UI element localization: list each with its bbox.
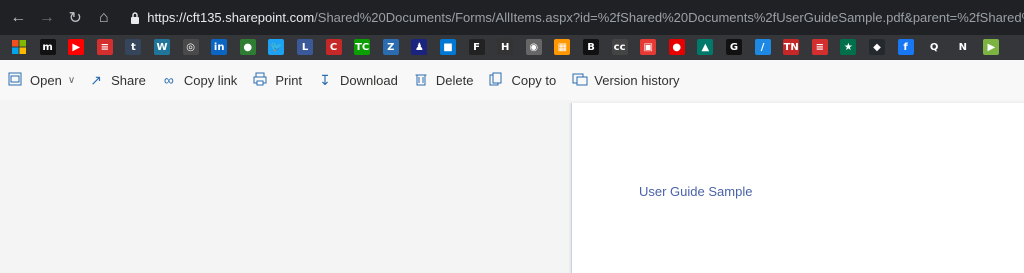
bookmark-icon[interactable]: / <box>754 39 771 55</box>
bookmark-icon[interactable]: B <box>583 39 599 55</box>
bookmark-icon[interactable]: ★ <box>840 39 857 55</box>
bookmark-icon[interactable]: ◉ <box>525 39 542 55</box>
url-path: /Shared%20Documents/Forms/AllItems.aspx?… <box>314 10 1024 25</box>
version-history-label: Version history <box>594 72 680 88</box>
bookmarks-bar: m ▶ ≡ t W ◎ in ● 🐦 L C TC Z ♟ ■ F H ◉ ▦ Bcc ▣ ● ▲ G / TN ≡ ★ ◆ f Q N ▶ <box>0 35 1024 60</box>
bookmark-icon[interactable]: W <box>154 39 170 55</box>
bookmark-icon[interactable] <box>11 39 27 55</box>
document-page[interactable]: User Guide Sample <box>571 103 1024 273</box>
copy-link-button[interactable]: ∞ Copy link <box>162 60 237 100</box>
open-icon <box>8 72 22 89</box>
bookmark-icon[interactable]: ▶ <box>68 39 85 55</box>
bookmark-icon[interactable]: ● <box>668 39 685 55</box>
bookmark-icon[interactable]: ▣ <box>640 39 657 55</box>
bookmark-icon[interactable]: H <box>497 39 514 55</box>
bookmark-icon[interactable]: f <box>897 39 914 55</box>
bookmark-icon[interactable]: ◎ <box>182 39 199 55</box>
bookmark-icon[interactable]: cc <box>611 39 628 55</box>
reload-icon[interactable]: ↻ <box>61 3 89 33</box>
copy-to-label: Copy to <box>511 72 557 88</box>
link-icon: ∞ <box>163 72 174 88</box>
url-field[interactable]: https://cft135.sharepoint.com/Shared%20D… <box>147 10 1024 25</box>
printer-icon <box>253 72 267 89</box>
bookmark-icon[interactable]: TN <box>783 39 800 55</box>
back-arrow-icon[interactable]: ← <box>4 3 32 33</box>
bookmark-icon[interactable]: in <box>211 39 228 55</box>
delete-button[interactable]: Delete <box>414 60 474 100</box>
open-button[interactable]: Open ∨ <box>8 60 75 100</box>
copy-icon <box>489 72 503 89</box>
bookmark-icon[interactable]: 🐦 <box>268 39 285 55</box>
bookmark-icon[interactable]: ≡ <box>96 39 113 55</box>
delete-label: Delete <box>435 72 474 88</box>
copy-to-button[interactable]: Copy to <box>489 60 556 100</box>
bookmark-icon[interactable]: ■ <box>440 39 456 55</box>
home-icon[interactable]: ⌂ <box>89 3 117 33</box>
copy-link-label: Copy link <box>183 72 238 88</box>
trash-icon <box>414 72 428 89</box>
bookmark-icon[interactable]: L <box>297 39 313 55</box>
bookmark-icon[interactable]: G <box>726 39 742 55</box>
open-label: Open <box>30 72 62 88</box>
bookmark-icon[interactable]: F <box>468 39 485 55</box>
bookmark-icon[interactable]: ▶ <box>983 39 1000 55</box>
print-label: Print <box>275 72 303 88</box>
share-button[interactable]: ↗ Share <box>89 60 146 100</box>
download-button[interactable]: ↧ Download <box>318 60 398 100</box>
bookmark-icon[interactable]: ◆ <box>869 39 885 55</box>
bookmark-icon[interactable]: m <box>39 39 56 55</box>
version-history-icon <box>572 72 588 89</box>
bookmark-icon[interactable]: Q <box>926 39 943 55</box>
bookmark-icon[interactable]: TC <box>354 39 371 55</box>
bookmark-icon[interactable]: Z <box>382 39 399 55</box>
chevron-down-icon: ∨ <box>67 74 76 86</box>
bookmark-icon[interactable]: ♟ <box>411 39 428 55</box>
url-host: https://cft135.sharepoint.com <box>147 10 315 25</box>
share-icon: ↗ <box>90 71 102 88</box>
download-label: Download <box>340 72 398 88</box>
lock-icon[interactable] <box>128 3 141 33</box>
print-button[interactable]: Print <box>253 60 302 100</box>
bookmark-icon[interactable]: ● <box>239 39 256 55</box>
document-title: User Guide Sample <box>639 184 753 199</box>
version-history-button[interactable]: Version history <box>572 60 680 100</box>
download-icon: ↧ <box>319 71 331 88</box>
bookmark-icon[interactable]: t <box>125 39 142 55</box>
bookmark-icon[interactable]: ▦ <box>554 39 571 55</box>
bookmark-icon[interactable]: ▲ <box>697 39 714 55</box>
bookmark-icon[interactable]: ≡ <box>811 39 828 55</box>
command-bar: Open ∨ ↗ Share ∞ Copy link Print ↧ Downl… <box>0 60 1024 100</box>
bookmark-icon[interactable]: N <box>954 39 971 55</box>
bookmark-icon[interactable]: C <box>325 39 342 55</box>
forward-arrow-icon[interactable]: → <box>32 3 60 33</box>
share-label: Share <box>111 72 146 88</box>
browser-address-bar: ← → ↻ ⌂ https://cft135.sharepoint.com/Sh… <box>0 0 1024 35</box>
